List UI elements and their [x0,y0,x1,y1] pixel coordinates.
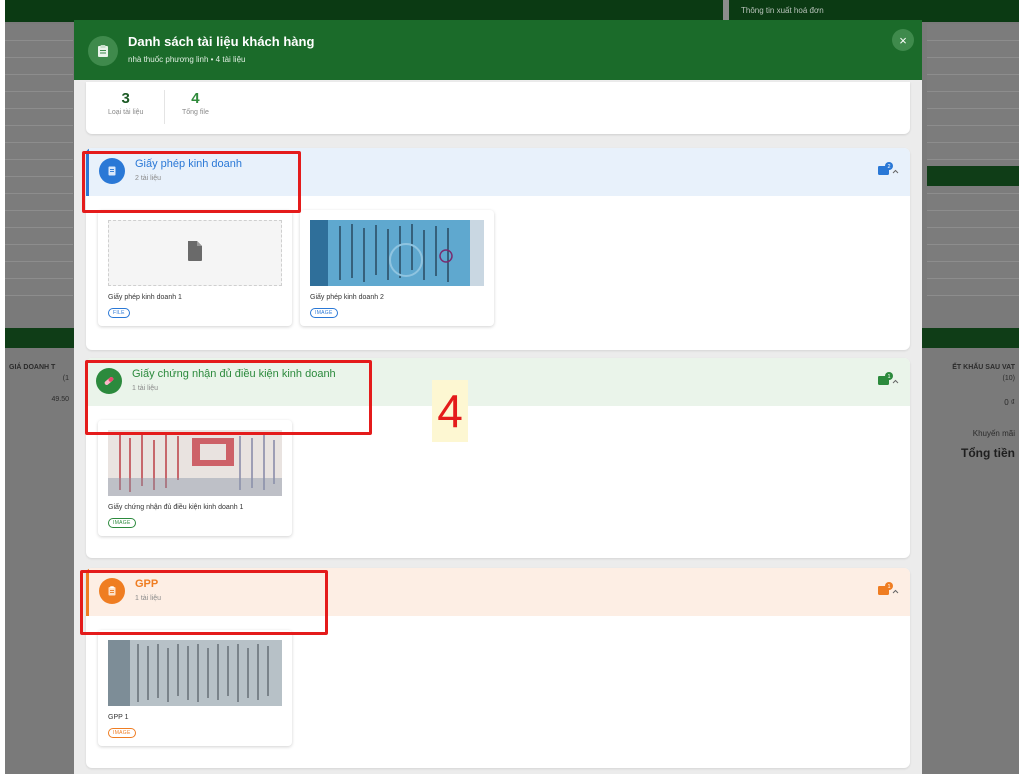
close-button[interactable]: × [892,29,914,51]
stat-divider [164,90,165,124]
stat-value: 4 [191,90,200,107]
background-table-left: GIÁ DOANH T (1 49.50 [5,352,73,497]
document-name: Giấy chứng nhận đủ điều kiện kinh doanh … [108,504,244,511]
stat-document-types: 3 Loại tài liệu [108,90,143,116]
modal-title: Danh sách tài liệu khách hàng [128,34,315,49]
modal-header: Danh sách tài liệu khách hàng nhà thuốc … [74,20,922,80]
document-name: GPP 1 [108,714,129,721]
invoice-info-label: Thông tin xuất hoá đơn [741,6,824,15]
document-name: Giấy phép kinh doanh 1 [108,294,182,301]
highlight-box [82,151,301,213]
document-thumbnail [310,220,484,286]
highlight-box [85,360,372,435]
document-card[interactable]: Giấy chứng nhận đủ điều kiện kinh doanh … [98,420,292,536]
document-type-tag: IMAGE [108,518,136,528]
document-card[interactable]: Giấy phép kinh doanh 2 IMAGE [300,210,494,326]
badge-count: 1 [887,584,890,590]
background-right-band [927,166,1019,186]
column-header: GIÁ DOANH T [9,364,56,371]
folder-toggle-icon[interactable]: 1 [878,372,899,388]
background-left-rows [5,24,73,324]
background-table-right: ẾT KHẤU SAU VAT (10) 0 ₫ Khuyến mãi Tổng… [927,352,1019,497]
folder-toggle-icon[interactable]: 2 [878,162,899,178]
document-thumbnail [108,220,282,286]
document-card[interactable]: Giấy phép kinh doanh 1 FILE [98,210,292,326]
total-label: Tổng tiền [961,446,1015,460]
stat-label: Tổng file [182,109,209,116]
document-name: Giấy phép kinh doanh 2 [310,294,384,301]
column-header-sub: (10) [1002,375,1015,382]
document-type-tag: FILE [108,308,130,318]
revenue-value: 49.50 [51,396,69,403]
document-type-tag: IMAGE [108,728,136,738]
document-thumbnail [108,640,282,706]
step-number-label: 4 [432,380,468,442]
document-stats: 3 Loại tài liệu 4 Tổng file [86,82,910,134]
discount-value: 0 ₫ [1004,398,1015,407]
promo-label: Khuyến mãi [972,429,1015,438]
column-header: ẾT KHẤU SAU VAT [952,364,1015,371]
document-card[interactable]: GPP 1 IMAGE [98,630,292,746]
clipboard-icon [88,36,118,66]
stat-total-files: 4 Tổng file [182,90,209,116]
highlight-box [80,570,328,635]
modal-subtitle: nhà thuốc phương linh • 4 tài liệu [128,55,246,64]
badge-count: 2 [887,164,890,170]
document-type-tag: IMAGE [310,308,338,318]
folder-toggle-icon[interactable]: 1 [878,582,899,598]
document-thumbnail [108,430,282,496]
stat-value: 3 [121,90,130,107]
column-header-sub: (1 [62,375,69,382]
stat-label: Loại tài liệu [108,109,144,116]
badge-count: 1 [887,374,890,380]
file-icon [186,240,204,267]
